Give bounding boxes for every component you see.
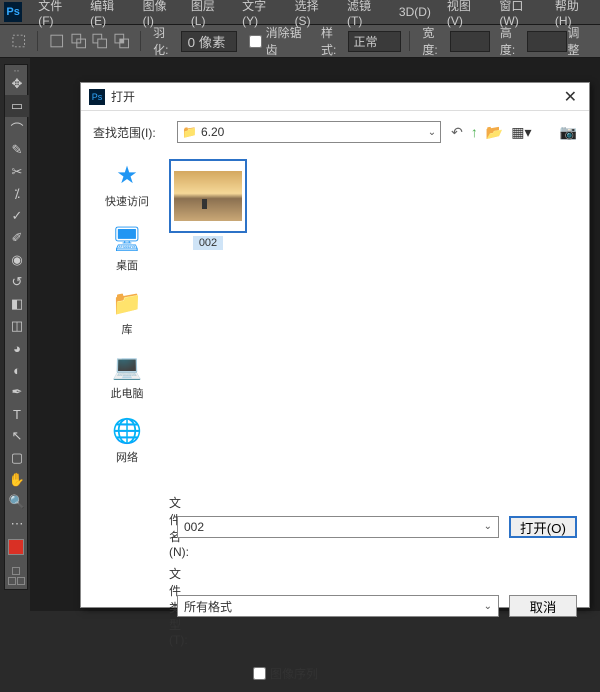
sequence-label: 图像序列 — [270, 665, 318, 682]
close-button[interactable]: ✕ — [560, 87, 581, 107]
screen-mode[interactable] — [5, 577, 27, 585]
filetype-select[interactable]: 所有格式 ⌄ — [177, 595, 499, 617]
quick-select-tool[interactable]: ✎ — [5, 139, 29, 161]
stamp-tool[interactable]: ◉ — [5, 249, 29, 271]
brush-tool[interactable]: ✐ — [5, 227, 29, 249]
library-icon: 📁 — [111, 287, 143, 319]
intersect-selection-icon[interactable] — [114, 32, 129, 50]
width-label: 宽度: — [422, 24, 446, 58]
file-label: 002 — [193, 236, 223, 250]
filetype-label: 文件类型(T): — [93, 565, 177, 647]
computer-icon: 💻 — [111, 351, 143, 383]
view-icon[interactable]: ▦▾ — [511, 124, 531, 141]
path-tool[interactable]: ↖ — [5, 425, 29, 447]
menu-layer[interactable]: 图层(L) — [183, 0, 234, 28]
quick-mask[interactable] — [5, 567, 27, 575]
options-bar: 羽化: 消除锯齿 样式: 正常 宽度: 高度: 调整 — [0, 24, 600, 58]
hand-tool[interactable]: ✋ — [5, 469, 29, 491]
desktop-icon: 🖥 — [111, 223, 143, 255]
blur-tool[interactable]: ◕ — [5, 337, 29, 359]
tool-panel: ✥ ▭ ⌒ ✎ ✂ ⁒ ✓ ✐ ◉ ↺ ◧ ◫ ◕ ◐ ✒ T ↖ ▢ ✋ 🔍 … — [4, 64, 28, 590]
chevron-down-icon: ⌄ — [428, 127, 436, 138]
dodge-tool[interactable]: ◐ — [5, 359, 29, 381]
dialog-title: 打开 — [111, 88, 560, 105]
menu-view[interactable]: 视图(V) — [439, 0, 491, 28]
style-label: 样式: — [321, 24, 345, 58]
back-icon[interactable]: ↶ — [451, 124, 463, 141]
height-label: 高度: — [500, 24, 524, 58]
antialias-label: 消除锯齿 — [266, 24, 307, 58]
eraser-tool[interactable]: ◧ — [5, 293, 29, 315]
move-tool[interactable]: ✥ — [5, 73, 29, 95]
feather-label: 羽化: — [153, 24, 177, 58]
pen-tool[interactable]: ✒ — [5, 381, 29, 403]
place-thispc[interactable]: 💻 此电脑 — [111, 351, 144, 401]
add-selection-icon[interactable] — [71, 32, 86, 50]
menu-file[interactable]: 文件(F) — [30, 0, 82, 28]
lasso-tool[interactable]: ⌒ — [5, 117, 29, 139]
places-sidebar: ★ 快速访问 🖥 桌面 📁 库 💻 此电脑 🌐 网络 — [93, 153, 161, 488]
star-icon: ★ — [111, 159, 143, 191]
crop-tool[interactable]: ✂ — [5, 161, 29, 183]
place-library[interactable]: 📁 库 — [111, 287, 143, 337]
place-desktop[interactable]: 🖥 桌面 — [111, 223, 143, 273]
dialog-titlebar[interactable]: Ps 打开 ✕ — [81, 83, 589, 111]
file-thumbnail — [169, 159, 247, 233]
lookin-value: 6.20 — [201, 125, 224, 139]
dialog-ps-icon: Ps — [89, 89, 105, 105]
adjust-label[interactable]: 调整 — [567, 24, 588, 58]
filename-label: 文件名(N): — [93, 494, 177, 559]
ps-logo: Ps — [4, 2, 22, 22]
filename-select[interactable]: 002 ⌄ — [177, 516, 499, 538]
zoom-tool[interactable]: 🔍 — [5, 491, 29, 513]
open-button[interactable]: 打开(O) — [509, 516, 577, 538]
new-selection-icon[interactable] — [49, 32, 64, 50]
shape-tool[interactable]: ▢ — [5, 447, 29, 469]
network-icon: 🌐 — [111, 415, 143, 447]
place-network[interactable]: 🌐 网络 — [111, 415, 143, 465]
marquee-tool-icon[interactable] — [11, 32, 26, 50]
file-item-002[interactable]: 002 — [167, 159, 249, 250]
marquee-tool[interactable]: ▭ — [5, 95, 29, 117]
width-input — [450, 31, 490, 52]
new-folder-icon[interactable]: 📂 — [486, 124, 503, 141]
folder-icon: 📁 — [182, 125, 197, 139]
eyedropper-tool[interactable]: ⁒ — [5, 183, 29, 205]
more-tool[interactable]: ⋯ — [5, 513, 29, 535]
menu-3d[interactable]: 3D(D) — [391, 5, 439, 19]
main-menu-bar: Ps 文件(F) 编辑(E) 图像(I) 图层(L) 文字(Y) 选择(S) 滤… — [0, 0, 600, 24]
height-input — [527, 31, 567, 52]
place-quick[interactable]: ★ 快速访问 — [105, 159, 149, 209]
lookin-label: 查找范围(I): — [93, 124, 177, 141]
style-select[interactable]: 正常 — [348, 31, 401, 52]
menu-filter[interactable]: 滤镜(T) — [339, 0, 391, 28]
thumbnail-image — [174, 171, 242, 221]
preview-icon[interactable]: 📷 — [560, 124, 577, 141]
gradient-tool[interactable]: ◫ — [5, 315, 29, 337]
foreground-swatch[interactable] — [8, 539, 24, 555]
chevron-down-icon: ⌄ — [484, 521, 492, 532]
type-tool[interactable]: T — [5, 403, 29, 425]
subtract-selection-icon[interactable] — [92, 32, 107, 50]
file-list[interactable]: 002 — [161, 153, 577, 488]
open-dialog: Ps 打开 ✕ 查找范围(I): 📁 6.20 ⌄ ↶ ↑ 📂 ▦▾ 📷 ★ — [80, 82, 590, 608]
lookin-select[interactable]: 📁 6.20 ⌄ — [177, 121, 441, 143]
feather-input[interactable] — [181, 31, 237, 52]
antialias-checkbox[interactable] — [249, 35, 262, 48]
sequence-checkbox[interactable] — [253, 667, 266, 680]
history-brush-tool[interactable]: ↺ — [5, 271, 29, 293]
chevron-down-icon: ⌄ — [484, 601, 492, 612]
cancel-button[interactable]: 取消 — [509, 595, 577, 617]
menu-edit[interactable]: 编辑(E) — [82, 0, 134, 28]
up-icon[interactable]: ↑ — [471, 124, 478, 140]
healing-tool[interactable]: ✓ — [5, 205, 29, 227]
